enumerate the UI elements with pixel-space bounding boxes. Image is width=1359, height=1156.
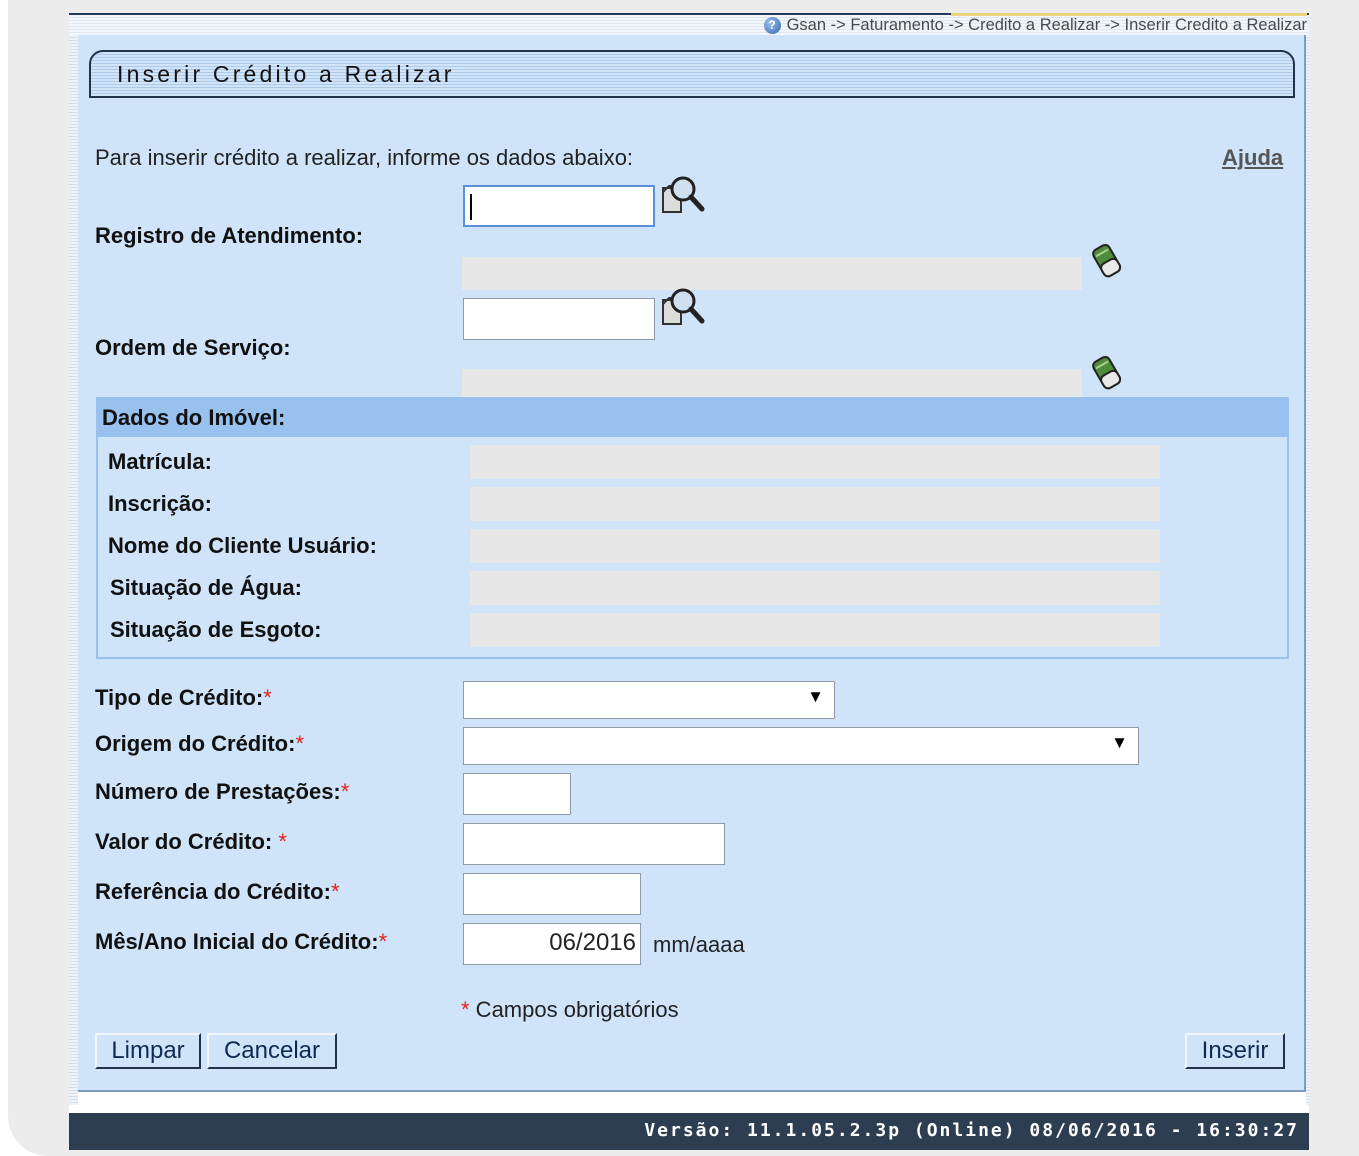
matricula-value xyxy=(470,445,1160,479)
required-mark: * xyxy=(330,879,340,904)
registro-label: Registro de Atendimento: xyxy=(95,223,364,248)
numero-prestacoes-label: Número de Prestações:* xyxy=(95,779,350,804)
breadcrumb-text[interactable]: Gsan -> Faturamento -> Credito a Realiza… xyxy=(787,16,1307,35)
esgoto-label: Situação de Esgoto: xyxy=(110,617,322,642)
cliente-value xyxy=(470,529,1160,563)
cliente-label: Nome do Cliente Usuário: xyxy=(108,533,377,558)
imovel-section-title: Dados do Imóvel: xyxy=(102,405,286,430)
version-bar: Versão: 11.1.05.2.3p (Online) 08/06/2016… xyxy=(69,1113,1309,1150)
mes-ano-inicial-label: Mês/Ano Inicial do Crédito:* xyxy=(95,929,388,954)
right-stripe xyxy=(1306,35,1309,1105)
valor-credito-input[interactable] xyxy=(463,823,725,865)
help-icon[interactable]: ? xyxy=(763,17,781,34)
valor-credito-label: Valor do Crédito: * xyxy=(95,829,287,854)
dropdown-arrow-icon: ▼ xyxy=(1111,733,1128,752)
origem-credito-label: Origem do Crédito:* xyxy=(95,731,305,756)
eraser-icon[interactable] xyxy=(1090,353,1126,393)
inserir-button[interactable]: Inserir xyxy=(1185,1033,1285,1069)
esgoto-value xyxy=(470,613,1160,647)
ordem-input[interactable] xyxy=(463,298,655,340)
inscricao-value xyxy=(470,487,1160,521)
agua-value xyxy=(470,571,1160,605)
intro-text: Para inserir crédito a realizar, informe… xyxy=(95,145,634,170)
dropdown-arrow-icon: ▼ xyxy=(807,687,824,706)
form-panel: Inserir Crédito a Realizar Para inserir … xyxy=(78,35,1306,1092)
page: ? Gsan -> Faturamento -> Credito a Reali… xyxy=(69,13,1309,1150)
referencia-credito-label: Referência do Crédito:* xyxy=(95,879,340,904)
referencia-credito-input[interactable] xyxy=(463,873,641,915)
registro-description xyxy=(462,257,1082,290)
version-text: Versão: 11.1.05.2.3p (Online) 08/06/2016… xyxy=(644,1120,1299,1141)
imovel-section: Dados do Imóvel: Matrícula: Inscrição: N… xyxy=(96,397,1289,659)
numero-prestacoes-input[interactable] xyxy=(463,773,571,815)
inscricao-label: Inscrição: xyxy=(108,491,212,516)
imovel-section-header: Dados do Imóvel: xyxy=(98,399,1287,437)
required-mark: * xyxy=(378,929,388,954)
left-stripe xyxy=(69,35,78,1105)
help-link[interactable]: Ajuda xyxy=(1222,145,1283,171)
ordem-label: Ordem de Serviço: xyxy=(95,335,291,360)
eraser-icon[interactable] xyxy=(1090,241,1126,281)
mes-ano-format-hint: mm/aaaa xyxy=(653,932,745,957)
required-mark: * xyxy=(340,779,350,804)
required-mark: * xyxy=(263,685,272,710)
required-mark: * xyxy=(278,829,287,854)
agua-label: Situação de Água: xyxy=(110,575,302,600)
breadcrumb: ? Gsan -> Faturamento -> Credito a Reali… xyxy=(763,16,1307,35)
tipo-credito-label: Tipo de Crédito:* xyxy=(95,685,272,710)
limpar-button[interactable]: Limpar xyxy=(95,1033,201,1069)
magnifier-icon[interactable] xyxy=(661,174,711,219)
matricula-label: Matrícula: xyxy=(108,449,212,474)
tipo-credito-select[interactable]: ▼ xyxy=(463,681,835,719)
registro-input[interactable] xyxy=(463,185,655,227)
breadcrumb-bar: ? Gsan -> Faturamento -> Credito a Reali… xyxy=(69,13,1309,35)
required-note: * Campos obrigatórios xyxy=(461,997,679,1022)
cancelar-button[interactable]: Cancelar xyxy=(207,1033,337,1069)
required-mark: * xyxy=(295,731,305,756)
title-bar: Inserir Crédito a Realizar xyxy=(89,50,1295,98)
magnifier-icon[interactable] xyxy=(661,286,711,331)
mes-ano-inicial-input[interactable]: 06/2016 xyxy=(463,923,641,965)
origem-credito-select[interactable]: ▼ xyxy=(463,727,1139,765)
page-title: Inserir Crédito a Realizar xyxy=(117,61,455,87)
